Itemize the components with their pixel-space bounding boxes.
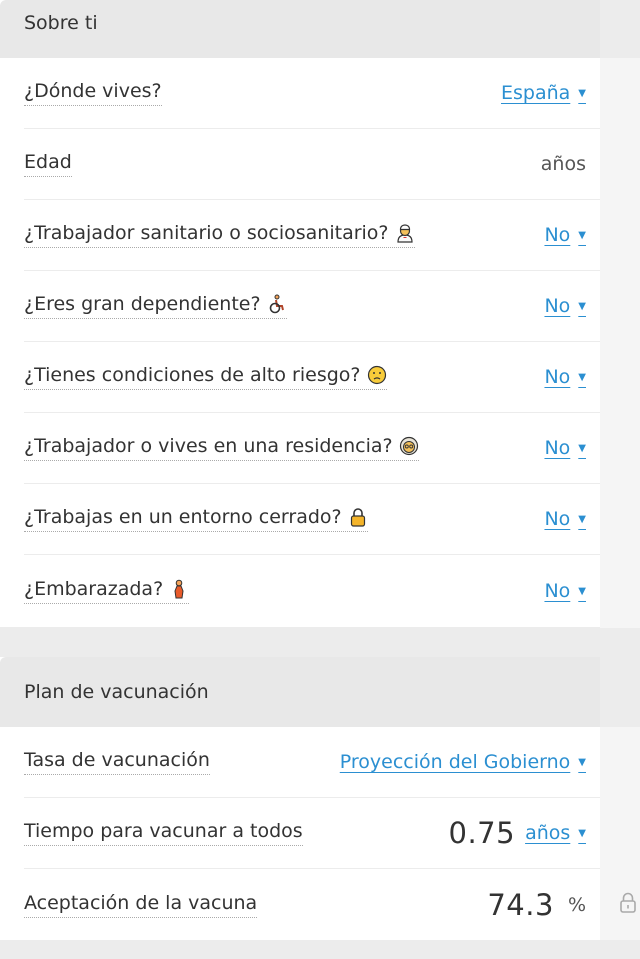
row-label: Tiempo para vacunar a todos — [24, 820, 303, 846]
time-to-vaccinate-value[interactable]: 0.75 — [449, 816, 516, 850]
row-label: ¿Tienes condiciones de alto riesgo? — [24, 364, 387, 390]
residence-dropdown[interactable]: No ▼ — [544, 437, 586, 459]
closed-environment-dropdown[interactable]: No ▼ — [544, 508, 586, 530]
caret-down-icon: ▼ — [578, 443, 586, 454]
pregnant-woman-icon — [174, 579, 184, 598]
vaccine-acceptance-value[interactable]: 74.3 — [487, 888, 554, 922]
caret-down-icon: ▼ — [578, 828, 586, 839]
elderly-woman-icon — [399, 436, 418, 456]
percent-unit: % — [567, 893, 586, 916]
lock-icon[interactable] — [618, 891, 638, 915]
dependent-dropdown[interactable]: No ▼ — [544, 295, 586, 317]
wheelchair-icon — [269, 294, 284, 314]
row-label: ¿Embarazada? — [24, 578, 190, 604]
caret-down-icon: ▼ — [578, 585, 586, 597]
caret-down-icon: ▼ — [578, 757, 586, 768]
caret-down-icon: ▼ — [578, 230, 586, 241]
pregnant-dropdown[interactable]: No ▼ — [544, 580, 586, 602]
row-label: Aceptación de la vacuna — [24, 892, 258, 918]
row-closed-environment: ¿Trabajas en un entorno cerrado? No ▼ — [24, 484, 600, 555]
row-health-worker: ¿Trabajador sanitario o sociosanitario? … — [24, 200, 600, 271]
caret-down-icon: ▼ — [578, 301, 586, 312]
row-time-to-vaccinate: Tiempo para vacunar a todos 0.75 años ▼ — [24, 798, 600, 869]
row-label: ¿Dónde vives? — [24, 80, 162, 106]
caret-down-icon: ▼ — [578, 88, 586, 99]
vaccination-plan-card: Plan de vacunación Tasa de vacunación Pr… — [0, 657, 636, 940]
high-risk-dropdown[interactable]: No ▼ — [544, 366, 586, 388]
row-label: ¿Trabajas en un entorno cerrado? — [24, 506, 368, 532]
vaccination-rate-dropdown[interactable]: Proyección del Gobierno ▼ — [340, 751, 586, 773]
row-dependent: ¿Eres gran dependiente? No ▼ — [24, 271, 600, 342]
about-you-card: Sobre ti ¿Dónde vives? España ▼ Edad años… — [0, 0, 600, 627]
row-label: Tasa de vacunación — [24, 749, 210, 775]
row-high-risk: ¿Tienes condiciones de alto riesgo? No ▼ — [24, 342, 600, 413]
row-label: ¿Trabajador sanitario o sociosanitario? — [24, 222, 415, 248]
padlock-icon — [350, 508, 365, 527]
health-worker-icon — [396, 224, 413, 243]
row-residence: ¿Trabajador o vives en una residencia? N… — [24, 413, 600, 484]
worried-face-icon — [367, 365, 386, 385]
row-vaccination-rate: Tasa de vacunación Proyección del Gobier… — [24, 727, 600, 798]
row-label: ¿Trabajador o vives en una residencia? — [24, 435, 419, 461]
caret-down-icon: ▼ — [578, 372, 586, 383]
time-unit-dropdown[interactable]: años ▼ — [525, 822, 586, 844]
row-label: Edad — [24, 151, 72, 177]
row-location: ¿Dónde vives? España ▼ — [24, 58, 600, 129]
row-label: ¿Eres gran dependiente? — [24, 293, 287, 319]
age-input-unit[interactable]: años — [541, 153, 586, 175]
section-title-plan: Plan de vacunación — [0, 657, 600, 727]
health-worker-dropdown[interactable]: No ▼ — [544, 224, 586, 246]
section-title-about: Sobre ti — [0, 0, 600, 58]
background-edge — [600, 58, 640, 628]
row-age: Edad años — [24, 129, 600, 200]
caret-down-icon: ▼ — [578, 514, 586, 525]
row-vaccine-acceptance: Aceptación de la vacuna 74.3 % — [24, 869, 636, 940]
row-pregnant: ¿Embarazada? No ▼ — [24, 555, 600, 626]
location-dropdown[interactable]: España ▼ — [501, 82, 586, 104]
